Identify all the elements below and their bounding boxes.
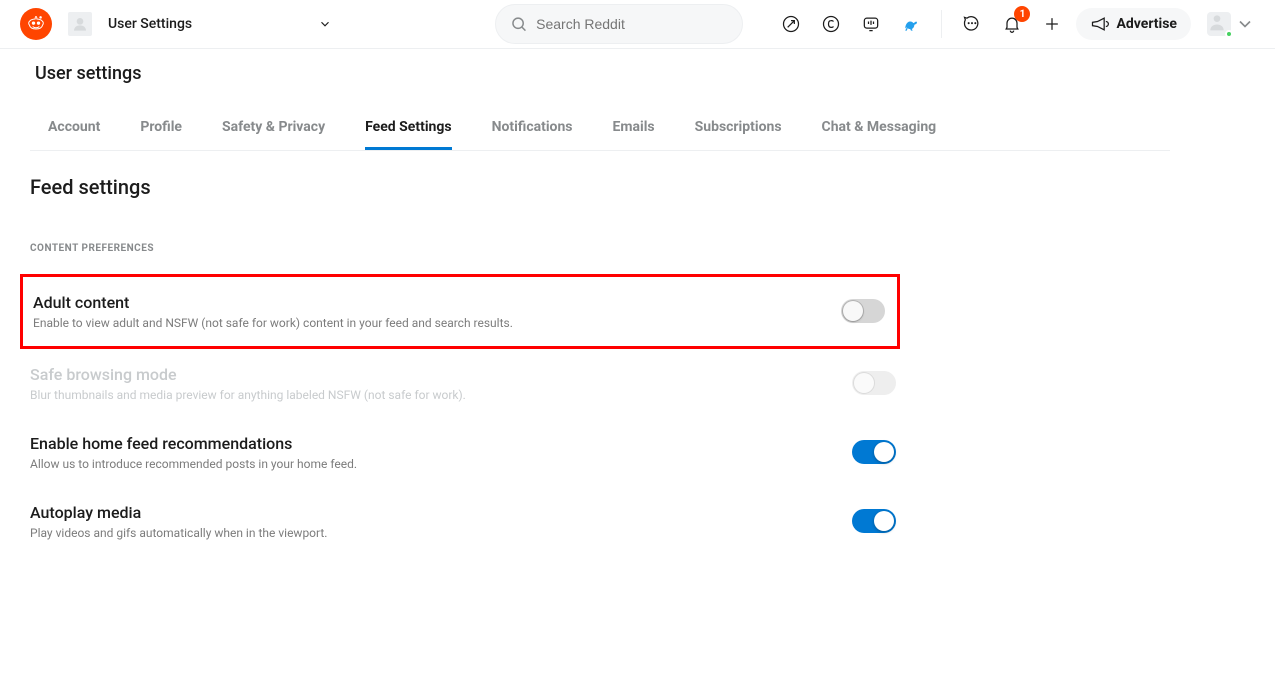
- nav-dropdown[interactable]: User Settings: [100, 12, 340, 36]
- talk-icon[interactable]: [855, 8, 887, 40]
- setting-title: Autoplay media: [30, 503, 327, 522]
- setting-title: Adult content: [33, 293, 513, 312]
- setting-desc: Enable to view adult and NSFW (not safe …: [33, 316, 513, 330]
- notification-badge: 1: [1014, 6, 1030, 22]
- online-indicator: [1225, 30, 1233, 38]
- nav-dropdown-label: User Settings: [108, 16, 192, 32]
- setting-desc: Allow us to introduce recommended posts …: [30, 457, 357, 471]
- advertise-label: Advertise: [1116, 16, 1177, 32]
- setting-row: Enable home feed recommendations Allow us…: [30, 418, 900, 487]
- advertise-button[interactable]: Advertise: [1076, 8, 1191, 40]
- setting-title: Enable home feed recommendations: [30, 434, 357, 453]
- app-header: User Settings 1 Advertise: [0, 0, 1275, 49]
- search-wrap: [495, 4, 743, 44]
- chevron-down-icon: [1235, 14, 1255, 34]
- search-input[interactable]: [536, 16, 728, 32]
- section: Feed settings CONTENT PREFERENCES Adult …: [30, 151, 900, 556]
- setting-title: Safe browsing mode: [30, 365, 466, 384]
- search-icon: [510, 14, 528, 34]
- tabs: Account Profile Safety & Privacy Feed Setti…: [30, 104, 1170, 151]
- kangaroo-icon[interactable]: [895, 8, 927, 40]
- popular-icon[interactable]: [775, 8, 807, 40]
- setting-desc: Blur thumbnails and media preview for an…: [30, 388, 466, 402]
- setting-desc: Play videos and gifs automatically when …: [30, 526, 327, 540]
- tab-safety-privacy[interactable]: Safety & Privacy: [222, 104, 325, 150]
- section-label: CONTENT PREFERENCES: [30, 243, 900, 254]
- setting-row: Safe browsing mode Blur thumbnails and me…: [30, 349, 900, 418]
- chevron-down-icon: [318, 17, 332, 31]
- coin-icon[interactable]: [815, 8, 847, 40]
- megaphone-icon: [1090, 14, 1110, 34]
- tab-chat-messaging[interactable]: Chat & Messaging: [822, 104, 937, 150]
- tab-emails[interactable]: Emails: [613, 104, 655, 150]
- setting-row: Autoplay media Play videos and gifs autom…: [30, 487, 900, 556]
- section-title: Feed settings: [30, 175, 900, 199]
- header-icons: 1 Advertise: [775, 8, 1255, 40]
- community-avatar-icon: [68, 12, 92, 36]
- user-avatar-icon: [1207, 12, 1231, 36]
- highlight-box: Adult content Enable to view adult and NS…: [20, 274, 900, 349]
- tab-feed-settings[interactable]: Feed Settings: [365, 104, 451, 150]
- page-content: User settings Account Profile Safety & Pri…: [0, 49, 1200, 570]
- notifications-icon[interactable]: 1: [996, 8, 1028, 40]
- chat-icon[interactable]: [956, 8, 988, 40]
- tab-account[interactable]: Account: [48, 104, 100, 150]
- toggle-switch[interactable]: [852, 509, 896, 533]
- tab-profile[interactable]: Profile: [140, 104, 182, 150]
- tab-subscriptions[interactable]: Subscriptions: [695, 104, 782, 150]
- toggle-switch[interactable]: [852, 440, 896, 464]
- toggle-switch[interactable]: [841, 299, 885, 323]
- tab-notifications[interactable]: Notifications: [492, 104, 573, 150]
- reddit-logo-icon[interactable]: [20, 8, 52, 40]
- search-box[interactable]: [495, 4, 743, 44]
- user-menu[interactable]: [1207, 12, 1255, 36]
- page-title: User settings: [35, 63, 1170, 84]
- create-post-icon[interactable]: [1036, 8, 1068, 40]
- divider: [941, 10, 942, 38]
- setting-row: Adult content Enable to view adult and NS…: [23, 283, 889, 340]
- toggle-switch: [852, 371, 896, 395]
